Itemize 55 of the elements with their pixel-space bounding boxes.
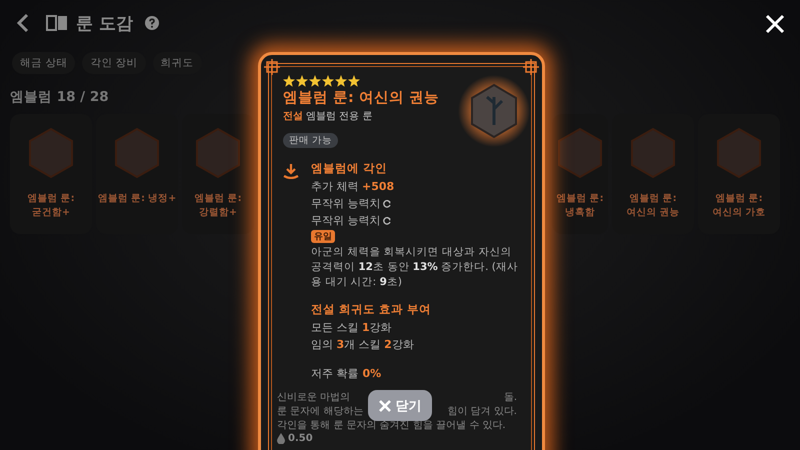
hexagon-icon — [717, 128, 761, 178]
price-value: 0.50 — [288, 434, 313, 444]
lore-text: 각인을 통해 룬 문자의 숨겨진 힘을 끌어낼 수 있다. — [277, 419, 506, 433]
curse-value: 0% — [362, 367, 382, 380]
back-icon[interactable] — [16, 13, 30, 33]
close-icon — [378, 400, 390, 412]
page-title: 룬 도감 — [76, 12, 133, 34]
close-icon[interactable] — [765, 14, 785, 34]
rune-name: 엠블럼 룬: 냉혹함 — [556, 192, 604, 220]
sellable-tag: 판매 가능 — [283, 133, 338, 148]
help-icon[interactable] — [144, 16, 159, 30]
engrave-title: 엠블럼에 각인 — [311, 161, 388, 176]
hexagon-icon — [631, 128, 675, 178]
rune-name: 엠블럼 룬: 강렬함+ — [194, 192, 242, 220]
star-icon — [296, 75, 308, 87]
hexagon-icon — [558, 128, 602, 178]
rune-card[interactable]: 엠블럼 룬: 냉혹함 — [552, 114, 608, 234]
filter-chip[interactable]: 해금 상태 — [12, 52, 76, 74]
hexagon-icon — [29, 128, 73, 178]
rarity-effect-line: 임의 3개 스킬 2강화 — [311, 337, 415, 353]
stat-line: 무작위 능력치 — [311, 196, 380, 212]
curse-label: 저주 확률 — [311, 366, 358, 382]
rune-title: 엠블럼 룬: 여신의 권능 — [283, 89, 439, 107]
rune-name: 엠블럼 룬: 여신의 권능 — [626, 192, 680, 220]
stat-line: 무작위 능력치 — [311, 213, 380, 229]
rune-stone-icon — [458, 73, 530, 149]
rune-name: 엠블럼 룬: 여신의 가호 — [712, 192, 766, 220]
rarity-effect-line: 모든 스킬 1강화 — [311, 320, 393, 336]
effect-description: 아군의 체력을 회복시키면 대상과 자신의 공격력이 12초 동안 13% 증가한다. (재사용 대기 시간: 9초) — [311, 245, 519, 290]
lore-text: 신비로운 마법의 — [277, 391, 350, 405]
download-icon — [283, 163, 299, 179]
star-icon — [322, 75, 334, 87]
rune-name: 엠블럼 룬: 냉정+ — [98, 192, 176, 206]
refresh-icon — [382, 216, 390, 224]
rarity-effect-title: 전설 희귀도 효과 부여 — [311, 302, 432, 317]
refresh-icon — [382, 200, 390, 208]
rune-type: 엠블럼 전용 룬 — [306, 111, 372, 122]
lore-text: 힘이 담겨 있다. — [447, 405, 517, 419]
book-icon — [46, 15, 68, 31]
rarity-label: 전설 — [283, 111, 303, 122]
filter-chip[interactable]: 각인 장비 — [82, 52, 146, 74]
collection-count: 엠블럼 18 / 28 — [10, 88, 109, 106]
lore-text: 돌. — [504, 391, 517, 405]
lore-text: 룬 문자에 해당하는 — [277, 405, 364, 419]
star-icon — [309, 75, 321, 87]
drop-icon — [277, 433, 285, 444]
star-icon — [348, 75, 360, 87]
rune-name: 엠블럼 룬: 굳건함+ — [27, 192, 75, 220]
close-button[interactable]: 닫기 — [368, 390, 432, 421]
unique-tag: 유일 — [311, 230, 335, 243]
hexagon-icon — [115, 128, 159, 178]
star-icon — [335, 75, 347, 87]
stat-line: 추가 체력 +508 — [311, 179, 394, 195]
star-icon — [283, 75, 295, 87]
hexagon-icon — [196, 128, 240, 178]
